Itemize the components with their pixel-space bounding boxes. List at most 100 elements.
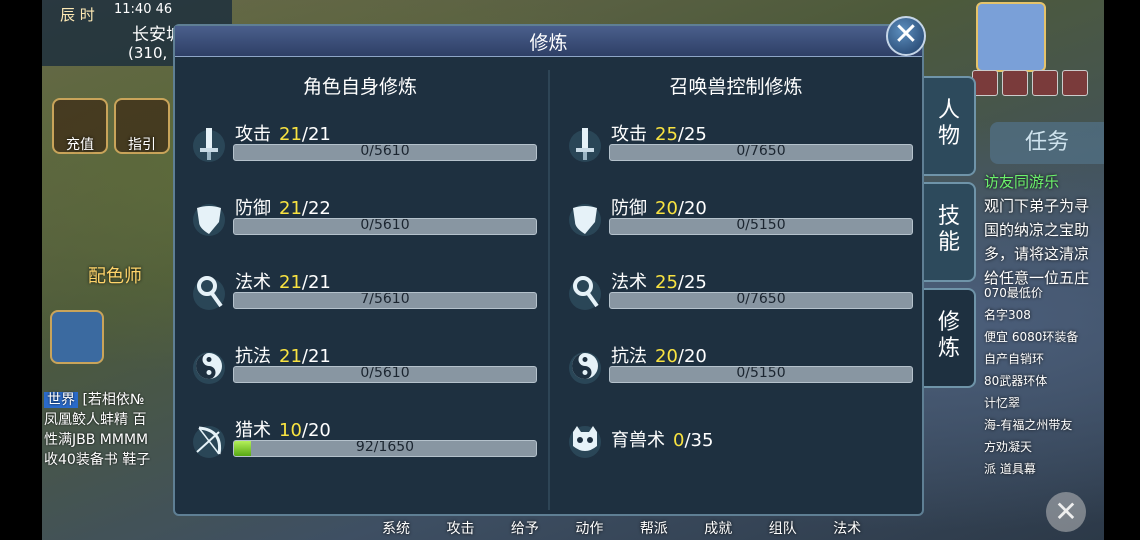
market-line: 便宜 6080环装备 xyxy=(984,330,1079,344)
exp-bar: 0/5610 xyxy=(233,366,537,383)
exp-bar: 7/5610 xyxy=(233,292,537,309)
market-overlay: 070最低价 名字308 便宜 6080环装备 自产自销环 80武器环体 计忆翠… xyxy=(984,282,1104,480)
recharge-button[interactable]: 充值 xyxy=(52,98,108,154)
level-max: /25 xyxy=(677,124,707,145)
status-icons[interactable] xyxy=(972,70,1094,98)
cultivation-row-defense[interactable]: 防御 21/22 0/5610 xyxy=(189,190,539,250)
npc-name-dye-master[interactable]: 配色师 xyxy=(88,262,142,288)
menu-give[interactable]: 给予 xyxy=(511,521,539,537)
cultivation-row-attack[interactable]: 攻击 21/21 0/5610 xyxy=(189,116,539,176)
level-max: /21 xyxy=(301,124,331,145)
level-current: 20 xyxy=(655,198,678,219)
panel-title-bar: 修炼 xyxy=(175,26,922,57)
level-current: 20 xyxy=(655,346,678,367)
buff-icon[interactable] xyxy=(1032,70,1058,96)
exp-progress: 0/5610 xyxy=(360,218,410,233)
menu-attack[interactable]: 攻击 xyxy=(446,521,474,537)
exp-progress: 0/7650 xyxy=(736,144,786,159)
column-divider xyxy=(548,70,550,510)
menu-system[interactable]: 系统 xyxy=(382,521,410,537)
map-coordinates: (310, xyxy=(128,44,168,62)
menu-achievement[interactable]: 成就 xyxy=(704,521,732,537)
pet-cultivation-row-defense[interactable]: 防御 20/20 0/5150 xyxy=(565,190,915,250)
pet-cultivation-row-breeding[interactable]: 育兽术 0/35 xyxy=(565,412,915,472)
quest-line: 国的纳凉之宝助 xyxy=(984,221,1090,239)
yin-yang-icon xyxy=(569,352,601,384)
chat-log[interactable]: 世界 [若相依№ 凤凰鲛人蚌精 百 性满JBB MMMM 收40装备书 鞋子 xyxy=(44,390,184,470)
exp-bar: 0/5150 xyxy=(609,218,913,235)
close-button[interactable]: ✕ xyxy=(886,16,926,56)
cultivation-name: 抗法 xyxy=(235,346,271,367)
clock: 11:40 46 xyxy=(114,2,173,17)
cultivation-name: 猎术 xyxy=(235,420,271,441)
self-cultivation-column: 角色自身修炼 攻击 21/21 0/5610 防御 21/22 0/5610 法术 2… xyxy=(175,60,545,510)
market-line: 计忆翠 xyxy=(984,396,1021,410)
sword-icon xyxy=(193,128,225,162)
chat-icon[interactable] xyxy=(50,310,104,364)
bottom-menu: 系统 攻击 给予 动作 帮派 成就 组队 法术 xyxy=(382,518,893,538)
menu-action[interactable]: 动作 xyxy=(575,521,603,537)
exp-bar: 92/1650 xyxy=(233,440,537,457)
exp-progress: 7/5610 xyxy=(360,292,410,307)
tab-cultivation[interactable]: 修 炼 xyxy=(924,288,976,388)
tab-skills[interactable]: 技 能 xyxy=(924,182,976,282)
tab-character[interactable]: 人 物 xyxy=(924,76,976,176)
exp-bar: 0/7650 xyxy=(609,144,913,161)
pet-cultivation-row-resist[interactable]: 抗法 20/20 0/5150 xyxy=(565,338,915,398)
quest-tracker[interactable]: 访友同游乐 观门下弟子为寻 国的纳凉之宝助 多，请将这清凉 给任意一位五庄 xyxy=(984,170,1104,290)
level-max: /25 xyxy=(677,272,707,293)
chat-line: 收40装备书 鞋子 xyxy=(44,452,151,468)
level-max: /20 xyxy=(677,198,707,219)
exp-bar: 0/5610 xyxy=(233,144,537,161)
market-line: 方劝凝天 xyxy=(984,440,1033,454)
cultivation-panel: 修炼 角色自身修炼 攻击 21/21 0/5610 防御 21/22 0/5610 … xyxy=(173,24,924,516)
exp-progress: 0/5150 xyxy=(736,218,786,233)
pet-cultivation-row-attack[interactable]: 攻击 25/25 0/7650 xyxy=(565,116,915,176)
shield-icon xyxy=(569,204,601,236)
buff-icon[interactable] xyxy=(1002,70,1028,96)
menu-guild[interactable]: 帮派 xyxy=(640,521,668,537)
cultivation-name: 攻击 xyxy=(611,124,647,145)
column-header: 召唤兽控制修炼 xyxy=(669,76,803,98)
exp-bar: 0/5150 xyxy=(609,366,913,383)
staff-icon xyxy=(193,276,225,310)
pet-cultivation-row-magic[interactable]: 法术 25/25 0/7650 xyxy=(565,264,915,324)
cultivation-row-hunting[interactable]: 猎术 10/20 92/1650 xyxy=(189,412,539,472)
cultivation-name: 攻击 xyxy=(235,124,271,145)
exp-bar: 0/5610 xyxy=(233,218,537,235)
bow-icon xyxy=(193,426,225,458)
shield-icon xyxy=(193,204,225,236)
exp-bar: 0/7650 xyxy=(609,292,913,309)
level-current: 25 xyxy=(655,272,678,293)
level-max: /35 xyxy=(684,430,714,451)
level-current: 21 xyxy=(279,198,302,219)
corner-close-icon[interactable]: ✕ xyxy=(1046,492,1086,532)
task-tab[interactable]: 任务 xyxy=(990,122,1104,164)
chat-line: [若相依№ xyxy=(82,392,145,408)
column-header: 角色自身修炼 xyxy=(302,76,417,98)
menu-spell[interactable]: 法术 xyxy=(833,521,861,537)
level-current: 10 xyxy=(279,420,302,441)
market-line: 070最低价 xyxy=(984,286,1043,300)
quest-line: 访友同游乐 xyxy=(984,173,1060,191)
panel-title: 修炼 xyxy=(529,32,568,54)
cultivation-row-magic[interactable]: 法术 21/21 7/5610 xyxy=(189,264,539,324)
menu-team[interactable]: 组队 xyxy=(769,521,797,537)
exp-progress: 92/1650 xyxy=(355,440,415,455)
exp-progress: 0/5610 xyxy=(360,366,410,381)
chat-line: 性满JBB MMMM xyxy=(44,432,149,448)
level-max: /21 xyxy=(301,346,331,367)
cultivation-name: 育兽术 xyxy=(611,430,665,451)
yin-yang-icon xyxy=(193,352,225,384)
level-max: /20 xyxy=(301,420,331,441)
guide-button[interactable]: 指引 xyxy=(114,98,170,154)
cultivation-name: 防御 xyxy=(235,198,271,219)
player-avatar[interactable] xyxy=(976,2,1046,72)
chat-line: 凤凰鲛人蚌精 百 xyxy=(44,412,147,428)
exp-progress: 0/7650 xyxy=(736,292,786,307)
level-current: 25 xyxy=(655,124,678,145)
guide-label: 指引 xyxy=(128,137,156,153)
buff-icon[interactable] xyxy=(1062,70,1088,96)
level-current: 0 xyxy=(673,430,685,451)
cultivation-row-resist[interactable]: 抗法 21/21 0/5610 xyxy=(189,338,539,398)
